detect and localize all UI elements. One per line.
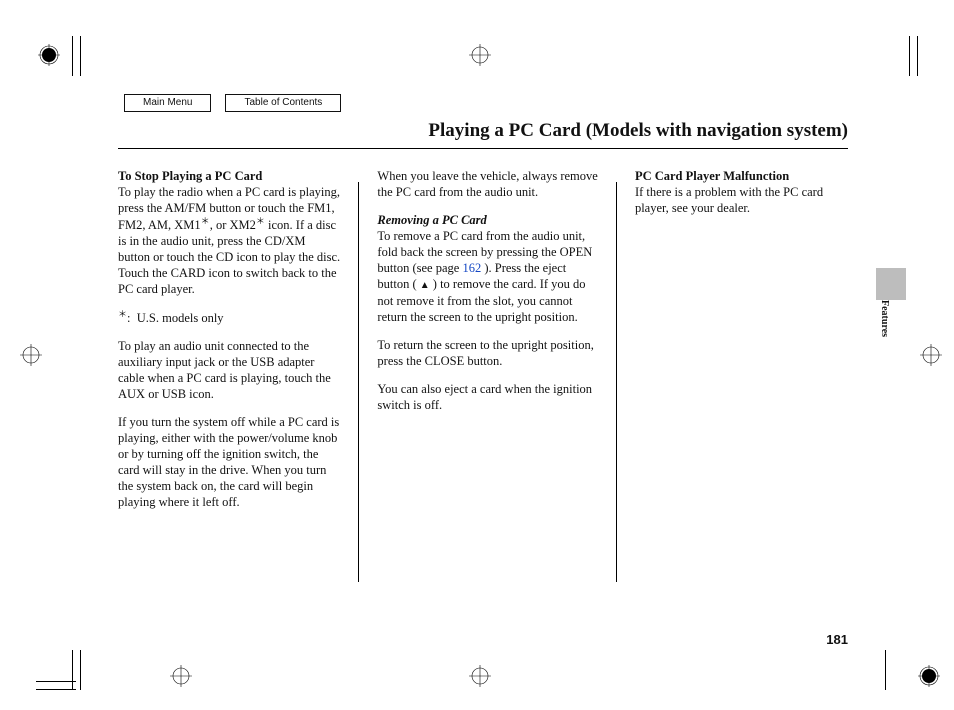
registration-mark-icon [469, 665, 491, 687]
content-columns: To Stop Playing a PC Card To play the ra… [118, 168, 848, 582]
crop-mark-icon [890, 36, 918, 64]
body-text: When you leave the vehicle, always remov… [377, 168, 598, 200]
body-text: If you turn the system off while a PC ca… [118, 414, 340, 510]
malfunction-heading: PC Card Player Malfunction [635, 169, 789, 183]
column-divider [358, 182, 359, 582]
eject-icon: ▲ [420, 280, 430, 291]
column-2: When you leave the vehicle, always remov… [377, 168, 598, 582]
page-title: Playing a PC Card (Models with navigatio… [118, 120, 848, 146]
registration-mark-icon [38, 44, 60, 66]
removing-card-section: Removing a PC Card To remove a PC card f… [377, 212, 598, 325]
section-tab [876, 268, 906, 300]
footnote-sep: : [127, 311, 130, 325]
removing-card-heading: Removing a PC Card [377, 213, 486, 227]
crop-mark-icon [36, 662, 64, 690]
page-link[interactable]: 162 [462, 261, 481, 275]
asterisk-icon: ＊ [201, 216, 210, 226]
footnote: ＊: U.S. models only [132, 309, 340, 326]
body-text: , or XM2 [210, 218, 256, 232]
crop-mark-icon [858, 662, 886, 690]
stop-playing-heading: To Stop Playing a PC Card [118, 169, 262, 183]
registration-mark-icon [469, 44, 491, 66]
asterisk-icon: ＊ [256, 216, 265, 226]
registration-mark-icon [920, 344, 942, 366]
column-1: To Stop Playing a PC Card To play the ra… [118, 168, 340, 582]
body-text: To play an audio unit connected to the a… [118, 338, 340, 402]
body-text: To return the screen to the upright posi… [377, 337, 598, 369]
footnote-text: U.S. models only [137, 311, 224, 325]
page-number: 181 [826, 632, 848, 647]
title-rule [118, 148, 848, 149]
column-divider [616, 182, 617, 582]
table-of-contents-button[interactable]: Table of Contents [225, 94, 341, 112]
page-header: Playing a PC Card (Models with navigatio… [118, 120, 848, 149]
crop-mark-icon [72, 662, 100, 690]
registration-mark-icon [20, 344, 42, 366]
registration-mark-icon [918, 665, 940, 687]
column-3: PC Card Player Malfunction If there is a… [635, 168, 848, 582]
nav-buttons: Main Menu Table of Contents [124, 94, 341, 112]
body-text: If there is a problem with the PC card p… [635, 185, 823, 215]
main-menu-button[interactable]: Main Menu [124, 94, 211, 112]
registration-mark-icon [170, 665, 192, 687]
stop-playing-section: To Stop Playing a PC Card To play the ra… [118, 168, 340, 297]
body-text: You can also eject a card when the ignit… [377, 381, 598, 413]
section-tab-label: Features [879, 300, 890, 337]
crop-mark-icon [72, 36, 100, 64]
malfunction-section: PC Card Player Malfunction If there is a… [635, 168, 848, 216]
asterisk-icon: ＊ [118, 309, 127, 319]
